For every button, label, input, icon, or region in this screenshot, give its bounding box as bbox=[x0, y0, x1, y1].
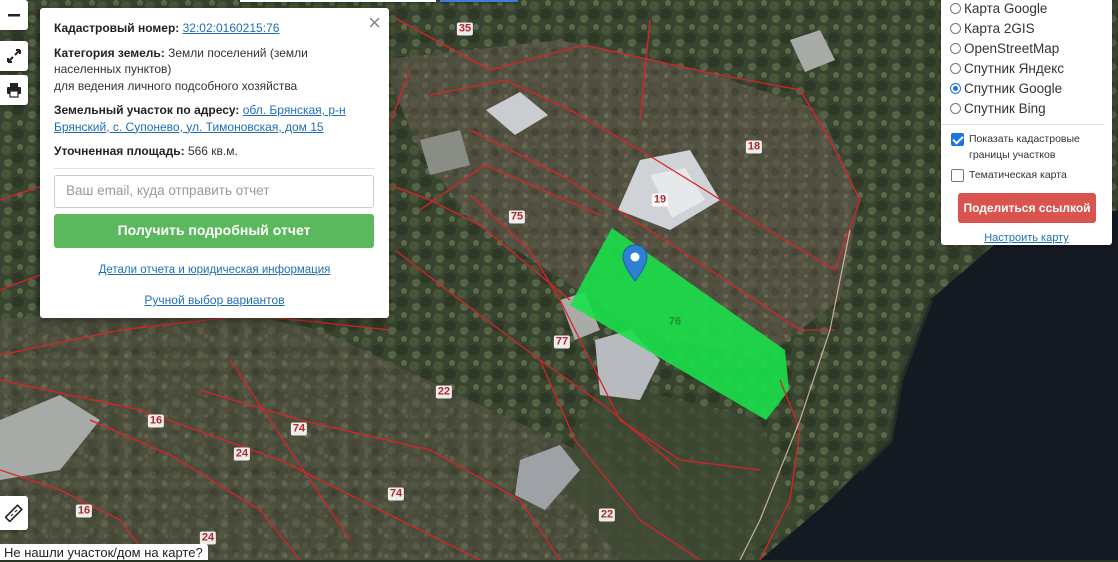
area-value: 566 кв.м. bbox=[187, 144, 238, 158]
parcel-number-label: 24 bbox=[199, 531, 217, 545]
radio-button[interactable] bbox=[950, 42, 961, 54]
area-label: Уточненная площадь: bbox=[54, 144, 185, 158]
zoom-out-button[interactable] bbox=[0, 0, 28, 30]
address-row: Земельный участок по адресу: обл. Брянск… bbox=[54, 102, 375, 135]
radio-button[interactable] bbox=[950, 62, 961, 74]
divider bbox=[54, 167, 375, 169]
parcel-number-label: 74 bbox=[290, 422, 308, 436]
measure-button[interactable] bbox=[0, 496, 28, 530]
area-row: Уточненная площадь: 566 кв.м. bbox=[54, 143, 375, 160]
close-icon[interactable]: × bbox=[368, 11, 381, 35]
email-input[interactable]: Ваш email, куда отправить отчет bbox=[54, 174, 374, 208]
parcel-number-label: 77 bbox=[553, 335, 571, 349]
radio-button[interactable] bbox=[950, 22, 961, 34]
search-bar-edge bbox=[240, 0, 436, 2]
parcel-number-label: 19 bbox=[651, 193, 669, 207]
show-boundaries-option[interactable]: Показать кадастровые границы участков bbox=[950, 131, 1112, 163]
category-use: для ведения личного подсобного хозяйства bbox=[54, 78, 298, 93]
map-option-bing-satellite[interactable]: Спутник Bing bbox=[950, 98, 1112, 118]
fullscreen-button[interactable] bbox=[0, 41, 28, 71]
ruler-icon bbox=[5, 504, 23, 522]
parcel-number-label: 18 bbox=[745, 140, 763, 154]
radio-button[interactable] bbox=[950, 102, 961, 114]
cadastral-label: Кадастровый номер: bbox=[54, 21, 180, 35]
cadastral-number-link[interactable]: 32:02:0160215:76 bbox=[183, 21, 280, 35]
location-marker[interactable] bbox=[622, 244, 648, 282]
map-option-label: Карта Google bbox=[964, 0, 1048, 16]
printer-icon bbox=[7, 83, 21, 98]
thematic-map-label: Тематическая карта bbox=[969, 169, 1067, 181]
parcel-number-label: 22 bbox=[435, 385, 453, 399]
map-option-label: Спутник Яндекс bbox=[964, 60, 1065, 76]
parcel-number-label: 16 bbox=[75, 504, 93, 518]
map-option-osm[interactable]: OpenStreetMap bbox=[950, 38, 1112, 58]
map-option-label: Спутник Google bbox=[964, 80, 1063, 96]
parcel-number-label: 22 bbox=[598, 508, 616, 522]
thematic-map-option[interactable]: Тематическая карта bbox=[950, 167, 1112, 183]
land-category-row: Категория земель: Земли поселений (земли… bbox=[54, 45, 375, 95]
share-link-button[interactable]: Поделиться ссылкой bbox=[958, 193, 1096, 223]
map-pin-icon bbox=[622, 244, 648, 282]
radio-button-selected[interactable] bbox=[950, 82, 961, 94]
parcel-number-label: 16 bbox=[147, 414, 165, 428]
expand-icon bbox=[7, 49, 21, 63]
show-boundaries-checkbox[interactable] bbox=[951, 133, 964, 146]
configure-map-link[interactable]: Настроить карту bbox=[950, 232, 1103, 244]
thematic-map-checkbox[interactable] bbox=[951, 169, 964, 182]
map-option-google-satellite[interactable]: Спутник Google bbox=[950, 78, 1112, 98]
minus-icon bbox=[8, 14, 20, 17]
print-button[interactable] bbox=[0, 75, 28, 105]
map-option-google[interactable]: Карта Google bbox=[950, 0, 1112, 18]
map-settings-panel: Карта Google Карта 2GIS OpenStreetMap Сп… bbox=[941, 0, 1112, 245]
parcel-info-popup: × Кадастровый номер: 32:02:0160215:76 Ка… bbox=[40, 8, 389, 318]
parcel-number-label: 74 bbox=[387, 487, 405, 501]
cadastral-number-row: Кадастровый номер: 32:02:0160215:76 bbox=[54, 20, 375, 37]
report-details-link[interactable]: Детали отчета и юридическая информация bbox=[54, 262, 375, 279]
parcel-number-label: 35 bbox=[456, 22, 474, 36]
parcel-number-label: 24 bbox=[233, 447, 251, 461]
divider bbox=[941, 124, 1104, 125]
manual-selection-link[interactable]: Ручной выбор вариантов bbox=[54, 292, 375, 309]
email-placeholder: Ваш email, куда отправить отчет bbox=[66, 182, 270, 198]
radio-button[interactable] bbox=[950, 2, 961, 14]
get-report-button[interactable]: Получить подробный отчет bbox=[54, 213, 374, 248]
map-option-label: Спутник Bing bbox=[964, 100, 1046, 116]
search-button-edge bbox=[440, 0, 518, 2]
address-label: Земельный участок по адресу: bbox=[54, 103, 240, 117]
category-label: Категория земель: bbox=[54, 45, 165, 60]
show-boundaries-label: Показать кадастровые границы участков bbox=[969, 133, 1080, 161]
map-option-label: OpenStreetMap bbox=[964, 40, 1060, 56]
map-option-2gis[interactable]: Карта 2GIS bbox=[950, 18, 1112, 38]
map-option-label: Карта 2GIS bbox=[964, 20, 1035, 36]
parcel-number-label: 75 bbox=[508, 210, 526, 224]
not-found-link[interactable]: Не нашли участок/дом на карте? bbox=[0, 544, 208, 560]
map-option-yandex-satellite[interactable]: Спутник Яндекс bbox=[950, 58, 1112, 78]
selected-parcel-number-label: 76 bbox=[668, 315, 682, 328]
